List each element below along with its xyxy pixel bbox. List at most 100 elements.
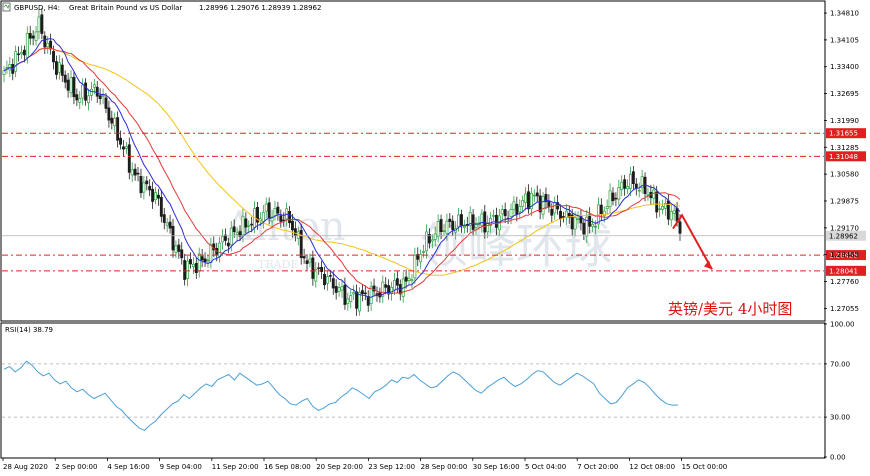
candle-body (110, 117, 114, 124)
candle-body (623, 179, 627, 189)
candle-body (189, 259, 192, 265)
candle-body (518, 206, 522, 213)
candle-body (675, 207, 679, 222)
candle-body (366, 296, 370, 306)
candle-body (599, 204, 603, 215)
candle-body (460, 214, 463, 226)
candle-body (328, 275, 332, 277)
price-tick-label: 1.27760 (830, 278, 859, 286)
candle-body (614, 197, 618, 200)
candle-body (235, 232, 239, 235)
candle-body (206, 259, 210, 262)
candle-body (226, 242, 230, 247)
candle-body (343, 284, 347, 305)
chart-description: Great Britain Pound vs US Dollar (69, 4, 182, 12)
time-tick-label: 23 Sep 12:00 (368, 463, 415, 471)
candle-body (512, 201, 516, 210)
candle-body (104, 97, 108, 109)
candle-body (355, 291, 359, 309)
candle-body (500, 209, 504, 215)
candle-body (264, 203, 268, 212)
candle-body (261, 212, 265, 222)
candle-body (113, 117, 117, 127)
candle-body (620, 181, 624, 190)
candle-body (14, 51, 18, 72)
chart-symbol: GBPUSD, H4: (14, 4, 60, 12)
candle-body (124, 146, 128, 149)
candle-body (57, 62, 61, 73)
candle-body (655, 191, 659, 213)
candle-body (317, 267, 321, 269)
candle-body (631, 171, 635, 184)
candle-body (433, 233, 437, 240)
candle-body (72, 76, 76, 98)
candle-body (203, 258, 207, 263)
price-tick-label: 1.29875 (830, 197, 859, 205)
candle-body (197, 253, 201, 272)
candle-body (279, 215, 283, 222)
candle-body (527, 191, 530, 210)
time-tick-label: 9 Sep 04:00 (160, 463, 202, 471)
time-tick-label: 16 Sep 08:00 (264, 463, 311, 471)
candle-body (617, 187, 621, 200)
price-tick-label: 1.30580 (830, 171, 859, 179)
candle-body (52, 51, 55, 63)
candle-body (302, 256, 306, 259)
candle-body (148, 186, 152, 191)
candle-body (346, 298, 350, 304)
candle-body (384, 284, 388, 288)
candle-body (168, 221, 172, 229)
candle-body (553, 202, 557, 214)
candle-body (218, 242, 222, 258)
candle-body (154, 192, 157, 200)
candle-body (267, 202, 271, 219)
candle-body (669, 211, 673, 221)
candle-body (81, 84, 85, 99)
candle-body (92, 84, 96, 88)
candle-body (180, 249, 184, 259)
candle-body (494, 214, 498, 228)
candle-body (133, 168, 137, 176)
chart-canvas: Anton TRADE 领峰环球 1.316551.310481.284551.… (0, 0, 870, 476)
candle-body (492, 215, 495, 217)
candle-body (602, 210, 606, 217)
candle-body (404, 276, 408, 282)
rsi-tick-label: 100.00 (830, 321, 855, 329)
candle-body (486, 222, 490, 233)
candle-body (430, 239, 434, 242)
candle-body (296, 231, 300, 239)
price-tick-label: 1.29170 (830, 224, 859, 232)
candle-body (34, 31, 38, 41)
candle-body (31, 35, 35, 39)
candle-body (340, 286, 344, 291)
rsi-tick-label: 0.00 (830, 454, 846, 462)
candle-body (232, 226, 236, 233)
candle-body (594, 225, 597, 228)
candle-body (69, 77, 73, 94)
candle-body (608, 190, 612, 208)
candle-body (547, 201, 551, 208)
time-tick-label: 12 Oct 08:00 (629, 463, 675, 471)
candle-body (561, 216, 565, 218)
candle-body (448, 218, 452, 222)
candle-body (119, 137, 123, 145)
candle-body (276, 206, 280, 214)
candle-body (360, 290, 364, 295)
candle-body (288, 211, 292, 224)
time-tick-label: 28 Sep 00:00 (421, 463, 468, 471)
price-tick-label: 1.32695 (830, 90, 859, 98)
candle-body (293, 228, 297, 237)
candle-body (122, 146, 125, 150)
candle-body (573, 217, 577, 230)
level-label: 1.31655 (829, 130, 858, 138)
candle-body (413, 254, 417, 279)
candle-body (159, 197, 163, 217)
candle-body (63, 74, 67, 83)
candle-body (46, 42, 50, 48)
candle-body (183, 260, 187, 280)
candle-body (576, 218, 580, 221)
candle-body (392, 280, 396, 291)
candle-body (22, 49, 26, 56)
candle-body (591, 223, 595, 227)
candle-body (200, 256, 204, 261)
